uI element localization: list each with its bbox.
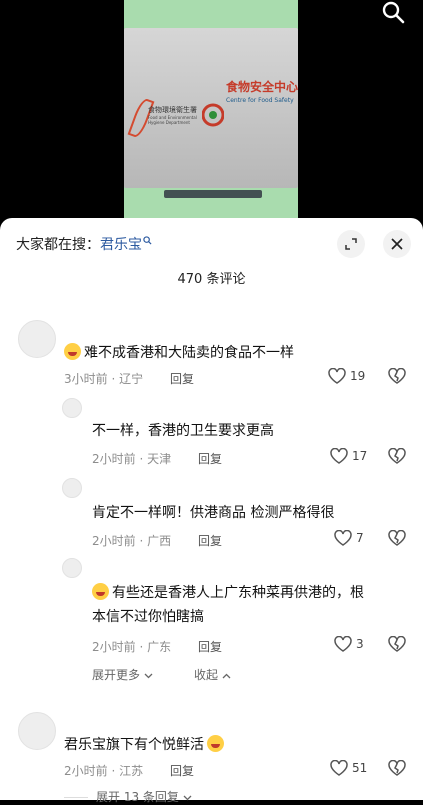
avatar[interactable]: [62, 398, 82, 418]
like-button[interactable]: 19: [328, 368, 365, 384]
close-icon: [391, 238, 403, 250]
comment-text: 不一样，香港的卫生要求更高: [92, 423, 274, 439]
comment-text-continued: 本信不过你怕瞎搞: [92, 609, 204, 625]
search-mini-icon: [143, 236, 152, 245]
like-button[interactable]: 7: [334, 530, 364, 546]
like-count: 7: [356, 531, 364, 545]
comment-text: 肯定不一样啊！供港商品 检测严格得很: [92, 505, 335, 521]
like-button[interactable]: 51: [330, 760, 367, 776]
comment-text: 难不成香港和大陆卖的食品不一样: [64, 342, 294, 364]
search-icon[interactable]: [381, 0, 405, 24]
chevron-up-icon: [222, 673, 231, 679]
divider-line: [64, 797, 88, 798]
heart-icon: [334, 530, 352, 546]
comment-sheet-header: 大家都在搜：君乐宝: [0, 218, 423, 266]
like-button[interactable]: 17: [330, 448, 367, 464]
expand-sheet-button[interactable]: [337, 230, 365, 258]
cfs-sign: 食物安全中心 Centre for Food Safety: [226, 80, 298, 104]
search-prefix-label: 大家都在搜：: [16, 237, 100, 253]
broken-heart-icon[interactable]: [388, 448, 406, 464]
avatar[interactable]: [18, 712, 56, 750]
smile-emoji-icon: [207, 735, 224, 752]
like-count: 51: [352, 761, 368, 775]
comment-text: 君乐宝旗下有个悦鲜活: [64, 734, 227, 756]
reply-button[interactable]: 回复: [170, 762, 194, 779]
comment-meta: 3小时前 · 辽宁: [64, 372, 144, 386]
like-count: 19: [350, 369, 366, 383]
reply-button[interactable]: 回复: [198, 532, 222, 549]
comment-meta: 2小时前 · 天津: [92, 452, 172, 466]
cfs-logo: [202, 103, 224, 127]
like-count: 17: [352, 449, 368, 463]
close-button[interactable]: [383, 230, 411, 258]
reply-button[interactable]: 回复: [198, 638, 222, 655]
suggested-search[interactable]: 大家都在搜：君乐宝: [16, 234, 152, 254]
grinning-emoji-icon: [92, 583, 109, 600]
chevron-down-icon: [183, 795, 192, 801]
broken-heart-icon[interactable]: [388, 760, 406, 776]
like-button[interactable]: 3: [334, 636, 364, 652]
broken-heart-icon[interactable]: [388, 368, 406, 384]
collapse-button[interactable]: 收起: [194, 666, 231, 683]
avatar[interactable]: [62, 478, 82, 498]
expand-more-button[interactable]: 展开更多: [92, 666, 153, 683]
heart-icon: [334, 636, 352, 652]
expand-replies-button[interactable]: 展开 13 条回复: [64, 788, 192, 805]
fehd-sign: 食物環境衛生署 Food and Environmental Hygiene D…: [148, 106, 197, 125]
avatar[interactable]: [62, 558, 82, 578]
search-term-link[interactable]: 君乐宝: [100, 237, 142, 253]
video-player[interactable]: 食物環境衛生署 Food and Environmental Hygiene D…: [0, 0, 423, 218]
comment-meta: 2小时前 · 江苏: [64, 764, 144, 778]
heart-icon: [330, 448, 348, 464]
laughing-emoji-icon: [64, 343, 81, 360]
video-caption-bar: [164, 190, 262, 198]
broken-heart-icon[interactable]: [388, 636, 406, 652]
avatar[interactable]: [18, 320, 56, 358]
comment-meta: 2小时前 · 广东: [92, 640, 172, 654]
comment-sheet: 大家都在搜：君乐宝 470 条评论 难不成香港和大陆卖的食品不一样 3小时前 ·…: [0, 218, 423, 804]
heart-icon: [328, 368, 346, 384]
like-count: 3: [356, 637, 364, 651]
comment-count: 470 条评论: [177, 272, 246, 287]
chevron-down-icon: [144, 673, 153, 679]
reply-button[interactable]: 回复: [170, 370, 194, 387]
broken-heart-icon[interactable]: [388, 530, 406, 546]
reply-button[interactable]: 回复: [198, 450, 222, 467]
signage-wall: 食物環境衛生署 Food and Environmental Hygiene D…: [124, 28, 298, 198]
heart-icon: [330, 760, 348, 776]
comment-text: 有些还是香港人上广东种菜再供港的，根: [92, 582, 364, 604]
video-frame: 食物環境衛生署 Food and Environmental Hygiene D…: [124, 0, 298, 218]
expand-icon: [345, 238, 357, 250]
comment-meta: 2小时前 · 广西: [92, 534, 172, 548]
